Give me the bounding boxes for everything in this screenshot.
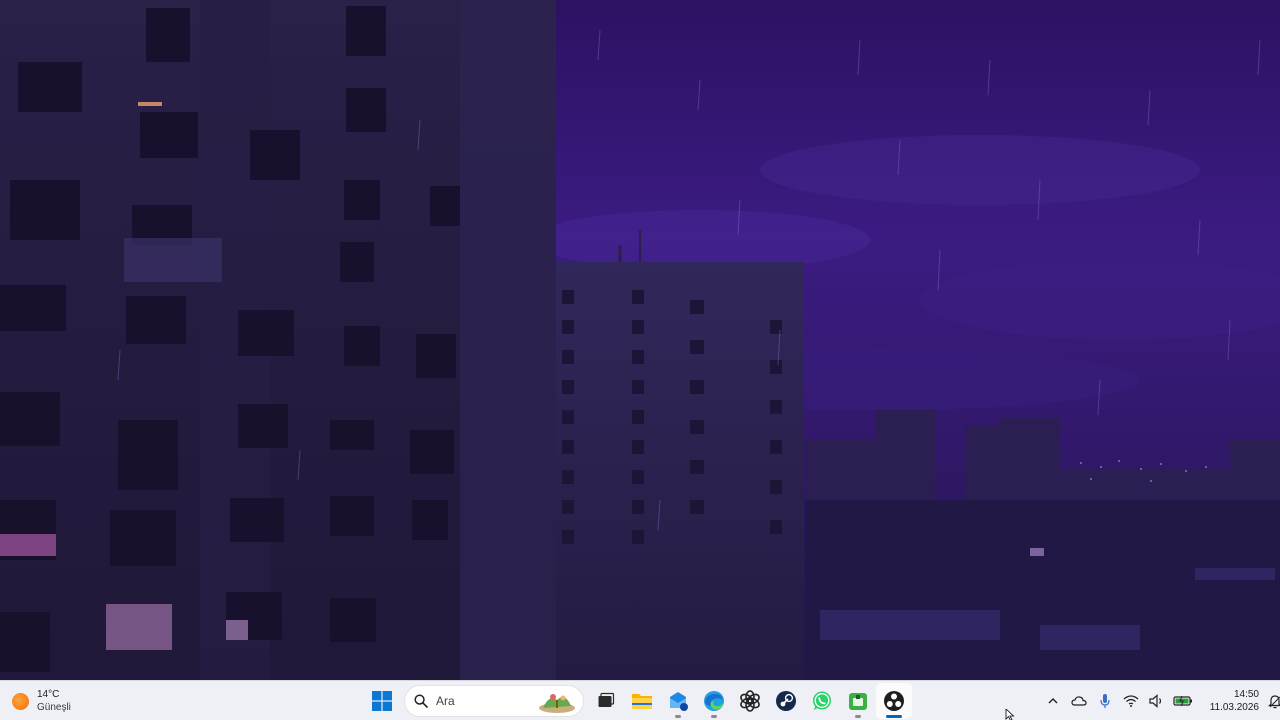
windows-logo-icon	[372, 691, 392, 711]
obs-button[interactable]	[876, 683, 912, 719]
mail-button[interactable]	[660, 683, 696, 719]
wifi-icon	[1123, 695, 1139, 707]
notification-bell-icon	[1268, 694, 1280, 708]
desktop-wallpaper	[0, 0, 1280, 680]
battery-button[interactable]	[1170, 686, 1196, 716]
task-view-icon	[598, 692, 615, 707]
weather-condition: Güneşli	[37, 702, 71, 713]
steam-button[interactable]	[768, 683, 804, 719]
notifications-button[interactable]	[1262, 686, 1280, 716]
running-indicator	[711, 715, 717, 718]
clock-date: 11.03.2026	[1209, 702, 1259, 713]
green-box-icon	[849, 693, 867, 710]
file-explorer-button[interactable]	[624, 683, 660, 719]
search-placeholder: Ara	[436, 694, 455, 708]
show-hidden-icons-button[interactable]	[1040, 686, 1066, 716]
edge-icon	[704, 691, 724, 711]
clock-time: 14:50	[1233, 689, 1259, 700]
microphone-icon	[1100, 694, 1110, 708]
start-button[interactable]	[364, 683, 400, 719]
weather-widget[interactable]: 14°C Güneşli	[12, 685, 71, 717]
sun-icon	[12, 692, 29, 710]
taskbar-search-box[interactable]: Ara	[404, 685, 584, 717]
obs-icon	[884, 691, 904, 711]
whatsapp-button[interactable]	[804, 683, 840, 719]
volume-button[interactable]	[1144, 686, 1170, 716]
steam-icon	[776, 691, 796, 711]
weather-temperature: 14°C	[37, 689, 60, 700]
clock-button[interactable]: 14:50 11.03.2026	[1196, 681, 1262, 720]
system-tray: 14:50 11.03.2026	[1040, 681, 1280, 720]
search-highlight-illustration-icon	[539, 694, 575, 713]
whatsapp-icon	[813, 691, 831, 710]
running-indicator	[886, 715, 902, 718]
chevron-up-icon	[1048, 698, 1058, 704]
cloud-icon	[1071, 696, 1087, 706]
running-indicator	[675, 715, 681, 718]
rainy-city-wallpaper-image	[0, 0, 1280, 680]
green-app-button[interactable]	[840, 683, 876, 719]
edge-button[interactable]	[696, 683, 732, 719]
network-button[interactable]	[1118, 686, 1144, 716]
speaker-icon	[1149, 694, 1162, 708]
folder-icon	[632, 694, 652, 709]
chatgpt-icon	[740, 690, 760, 712]
onedrive-button[interactable]	[1066, 686, 1092, 716]
running-indicator	[855, 715, 861, 718]
task-view-button[interactable]	[588, 683, 624, 719]
mail-icon	[670, 692, 688, 711]
taskbar-apps: Ara	[364, 681, 912, 720]
chatgpt-button[interactable]	[732, 683, 768, 719]
microphone-button[interactable]	[1092, 686, 1118, 716]
taskbar: 14°C Güneşli Ara 14:50 11.03.2026	[0, 680, 1280, 720]
search-icon	[414, 694, 428, 708]
mouse-cursor-icon	[1005, 709, 1015, 720]
battery-icon	[1173, 695, 1192, 707]
